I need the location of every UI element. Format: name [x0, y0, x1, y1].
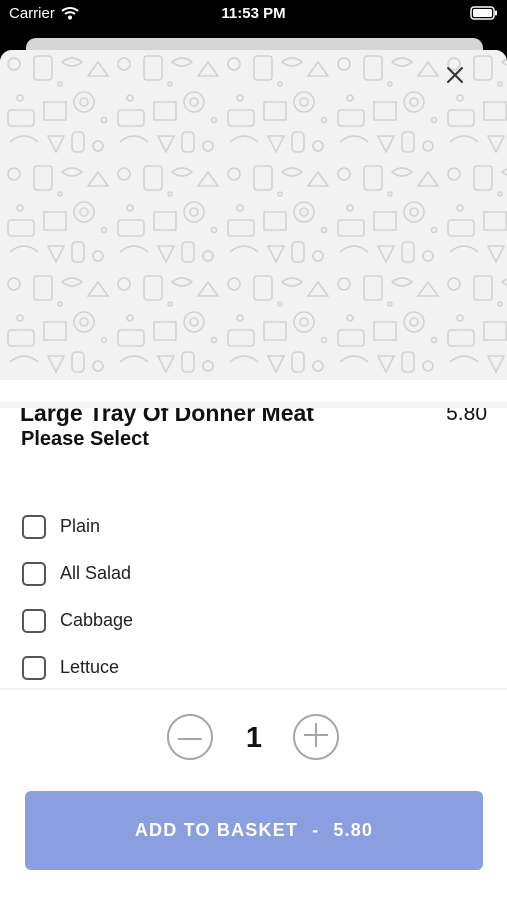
- option-label: Cabbage: [60, 610, 134, 630]
- option-plain[interactable]: Plain: [22, 512, 322, 542]
- status-time: 11:53 PM: [221, 5, 286, 22]
- option-all-salad[interactable]: All Salad: [22, 559, 322, 589]
- close-button[interactable]: [446, 66, 476, 96]
- plus-icon: [304, 722, 328, 752]
- options-title: Please Select: [21, 428, 149, 450]
- checkbox[interactable]: [22, 609, 46, 633]
- checkbox[interactable]: [22, 656, 46, 680]
- minus-icon: [178, 728, 202, 746]
- status-bar: Carrier 11:53 PM: [0, 0, 507, 30]
- bottom-action-bar: 1 ADD TO BASKET - 5.80: [0, 688, 507, 902]
- option-label: Lettuce: [60, 657, 120, 677]
- option-cabbage[interactable]: Cabbage: [22, 606, 322, 636]
- option-label: All Salad: [60, 563, 132, 583]
- add-to-basket-button[interactable]: ADD TO BASKET - 5.80: [25, 791, 483, 870]
- increment-button[interactable]: [293, 714, 339, 760]
- option-label: Plain: [60, 516, 101, 536]
- decrement-button[interactable]: [167, 714, 213, 760]
- item-image-pattern: [0, 50, 507, 380]
- add-button-price: 5.80: [333, 820, 374, 840]
- battery-icon: [470, 6, 498, 25]
- quantity-value: 1: [245, 722, 263, 754]
- checkbox[interactable]: [22, 562, 46, 586]
- add-button-label: ADD TO BASKET: [134, 820, 299, 840]
- option-lettuce[interactable]: Lettuce: [22, 653, 322, 683]
- add-button-separator: -: [312, 820, 320, 840]
- section-divider: [0, 402, 507, 408]
- checkbox[interactable]: [22, 515, 46, 539]
